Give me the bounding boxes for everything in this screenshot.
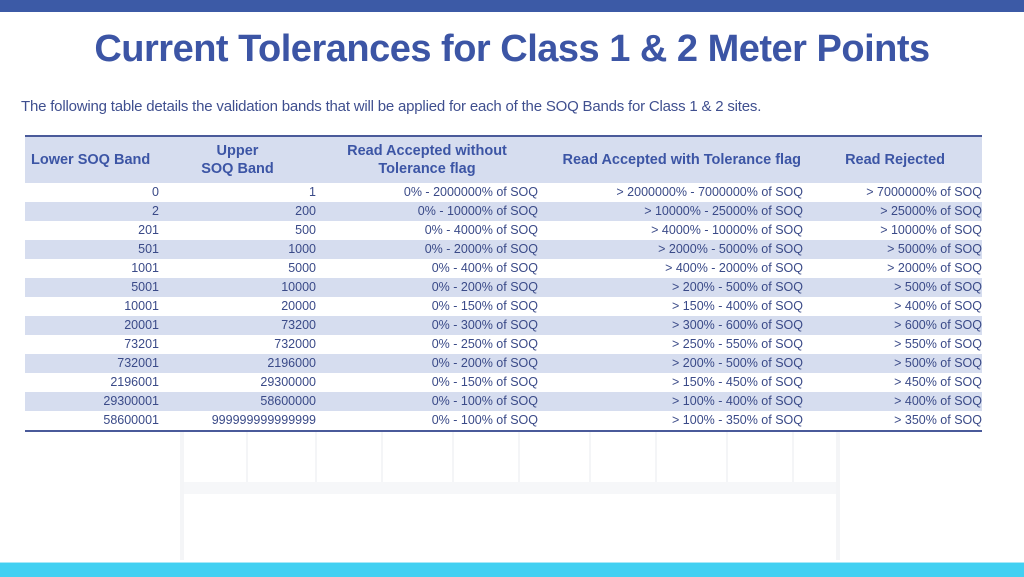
cell-accepted-with-flag: > 150% - 400% of SOQ — [672, 299, 803, 313]
cell-lower-soq: 5001 — [25, 278, 159, 297]
table-header-row: Lower SOQ Band Upper SOQ Band Read Accep… — [25, 136, 982, 183]
cell-read-rejected: > 350% of SOQ — [894, 413, 982, 427]
table-row: 2 200 0% - 10000% of SOQ > 10000% - 25000% … — [25, 202, 982, 221]
cell-read-rejected: > 450% of SOQ — [894, 375, 982, 389]
cell-accepted-without-flag: 0% - 150% of SOQ — [431, 299, 538, 313]
cell-accepted-without-flag: 0% - 200% of SOQ — [316, 278, 538, 297]
top-accent-bar — [0, 0, 1024, 12]
table-row: 58600001 999999999999999 0% - 100% of SOQ >… — [25, 411, 982, 431]
tolerance-table: Lower SOQ Band Upper SOQ Band Read Accep… — [25, 135, 982, 432]
cell-accepted-with-flag: > 200% - 500% of SOQ — [538, 278, 803, 297]
cell-lower-soq: 1001 — [131, 261, 159, 275]
cell-accepted-with-flag: > 100% - 400% of SOQ — [538, 392, 803, 411]
cell-lower-soq: 58600001 — [103, 413, 159, 427]
cell-accepted-with-flag: > 250% - 550% of SOQ — [672, 337, 803, 351]
cell-read-rejected: > 7000000% of SOQ — [866, 185, 982, 199]
cell-read-rejected: > 2000% of SOQ — [887, 261, 982, 275]
cell-upper-soq: 73200 — [159, 316, 316, 335]
cell-lower-soq: 2 — [25, 202, 159, 221]
cell-lower-soq: 0 — [152, 185, 159, 199]
cell-accepted-without-flag: 0% - 4000% of SOQ — [424, 223, 538, 237]
cell-lower-soq: 20001 — [25, 316, 159, 335]
cell-upper-soq: 200 — [159, 202, 316, 221]
cell-upper-soq: 2196000 — [159, 354, 316, 373]
cell-accepted-without-flag: 0% - 100% of SOQ — [316, 392, 538, 411]
cell-accepted-with-flag: > 300% - 600% of SOQ — [538, 316, 803, 335]
cell-accepted-without-flag: 0% - 100% of SOQ — [431, 413, 538, 427]
cell-read-rejected: > 500% of SOQ — [803, 278, 982, 297]
table-row: 201 500 0% - 4000% of SOQ > 4000% - 10000% … — [25, 221, 982, 240]
cell-read-rejected: > 10000% of SOQ — [880, 223, 982, 237]
cell-accepted-with-flag: > 200% - 500% of SOQ — [538, 354, 803, 373]
table-row: 20001 73200 0% - 300% of SOQ > 300% - 600% … — [25, 316, 982, 335]
cell-read-rejected: > 600% of SOQ — [803, 316, 982, 335]
cell-read-rejected: > 500% of SOQ — [803, 354, 982, 373]
header-upper-soq-band: Upper SOQ Band — [159, 136, 316, 183]
cell-upper-soq: 5000 — [288, 261, 316, 275]
cell-upper-soq: 1 — [309, 185, 316, 199]
cell-upper-soq: 732000 — [274, 337, 316, 351]
cell-accepted-without-flag: 0% - 400% of SOQ — [431, 261, 538, 275]
cell-lower-soq: 732001 — [25, 354, 159, 373]
background-watermark — [180, 430, 840, 560]
cell-lower-soq: 2196001 — [110, 375, 159, 389]
cell-accepted-with-flag: > 150% - 450% of SOQ — [672, 375, 803, 389]
cell-lower-soq: 501 — [25, 240, 159, 259]
cell-upper-soq: 999999999999999 — [211, 413, 316, 427]
table-row: 501 1000 0% - 2000% of SOQ > 2000% - 5000% … — [25, 240, 982, 259]
cell-accepted-without-flag: 0% - 250% of SOQ — [431, 337, 538, 351]
cell-upper-soq: 20000 — [281, 299, 316, 313]
cell-read-rejected: > 25000% of SOQ — [803, 202, 982, 221]
table-row: 10001 20000 0% - 150% of SOQ > 150% - 400% … — [25, 297, 982, 316]
table-row: 29300001 58600000 0% - 100% of SOQ > 100% -… — [25, 392, 982, 411]
cell-lower-soq: 10001 — [124, 299, 159, 313]
table-body: 0 1 0% - 2000000% of SOQ > 2000000% - 70000… — [25, 183, 982, 431]
cell-upper-soq: 1000 — [159, 240, 316, 259]
cell-lower-soq: 201 — [138, 223, 159, 237]
cell-lower-soq: 29300001 — [25, 392, 159, 411]
cell-accepted-without-flag: 0% - 10000% of SOQ — [316, 202, 538, 221]
cell-accepted-with-flag: > 100% - 350% of SOQ — [672, 413, 803, 427]
cell-read-rejected: > 5000% of SOQ — [803, 240, 982, 259]
table-row: 0 1 0% - 2000000% of SOQ > 2000000% - 70000… — [25, 183, 982, 202]
cell-accepted-with-flag: > 4000% - 10000% of SOQ — [651, 223, 803, 237]
header-accepted-with-flag: Read Accepted with Tolerance flag — [538, 136, 803, 183]
cell-upper-soq: 10000 — [159, 278, 316, 297]
cell-read-rejected: > 400% of SOQ — [894, 299, 982, 313]
cell-upper-soq: 58600000 — [159, 392, 316, 411]
cell-read-rejected: > 550% of SOQ — [894, 337, 982, 351]
cell-accepted-without-flag: 0% - 300% of SOQ — [316, 316, 538, 335]
cell-upper-soq: 29300000 — [260, 375, 316, 389]
table-row: 73201 732000 0% - 250% of SOQ > 250% - 550%… — [25, 335, 982, 354]
cell-accepted-without-flag: 0% - 2000000% of SOQ — [403, 185, 538, 199]
cell-upper-soq: 500 — [295, 223, 316, 237]
table-row: 2196001 29300000 0% - 150% of SOQ > 150% - … — [25, 373, 982, 392]
table-row: 5001 10000 0% - 200% of SOQ > 200% - 500% o… — [25, 278, 982, 297]
header-lower-soq-band: Lower SOQ Band — [25, 136, 159, 183]
cell-accepted-with-flag: > 10000% - 25000% of SOQ — [538, 202, 803, 221]
slide-subtitle: The following table details the validati… — [21, 98, 762, 115]
cell-accepted-with-flag: > 2000000% - 7000000% of SOQ — [616, 185, 803, 199]
cell-accepted-with-flag: > 2000% - 5000% of SOQ — [538, 240, 803, 259]
cell-accepted-without-flag: 0% - 200% of SOQ — [316, 354, 538, 373]
cell-read-rejected: > 400% of SOQ — [803, 392, 982, 411]
table-row: 732001 2196000 0% - 200% of SOQ > 200% - 50… — [25, 354, 982, 373]
header-read-rejected: Read Rejected — [803, 136, 982, 183]
header-accepted-without-flag: Read Accepted without Tolerance flag — [316, 136, 538, 183]
cell-accepted-with-flag: > 400% - 2000% of SOQ — [665, 261, 803, 275]
cell-accepted-without-flag: 0% - 150% of SOQ — [431, 375, 538, 389]
cell-lower-soq: 73201 — [124, 337, 159, 351]
slide-title: Current Tolerances for Class 1 & 2 Meter… — [94, 28, 930, 70]
table-row: 1001 5000 0% - 400% of SOQ > 400% - 2000% o… — [25, 259, 982, 278]
cell-accepted-without-flag: 0% - 2000% of SOQ — [316, 240, 538, 259]
bottom-accent-bar — [0, 562, 1024, 577]
